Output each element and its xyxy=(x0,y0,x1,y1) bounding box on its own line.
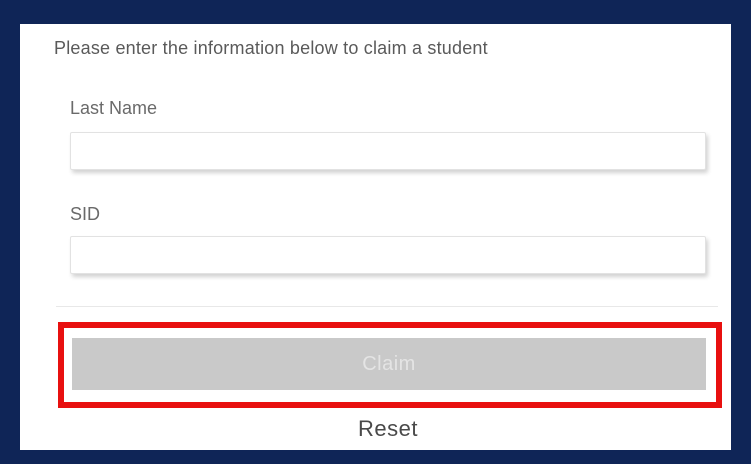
sid-input[interactable] xyxy=(70,236,706,274)
last-name-input[interactable] xyxy=(70,132,706,170)
claim-form-panel: Please enter the information below to cl… xyxy=(20,24,731,450)
reset-button[interactable]: Reset xyxy=(20,416,751,442)
sid-label: SID xyxy=(70,204,101,224)
claim-student-dialog: Please enter the information below to cl… xyxy=(0,0,751,464)
form-divider xyxy=(56,306,718,307)
frame-border-top xyxy=(0,0,751,24)
frame-border-right xyxy=(731,0,751,464)
frame-border-left xyxy=(0,0,20,464)
frame-border-bottom xyxy=(0,450,751,464)
last-name-label: Last Name xyxy=(70,98,158,118)
claim-button[interactable]: Claim xyxy=(72,338,706,390)
form-intro-text: Please enter the information below to cl… xyxy=(54,38,488,58)
